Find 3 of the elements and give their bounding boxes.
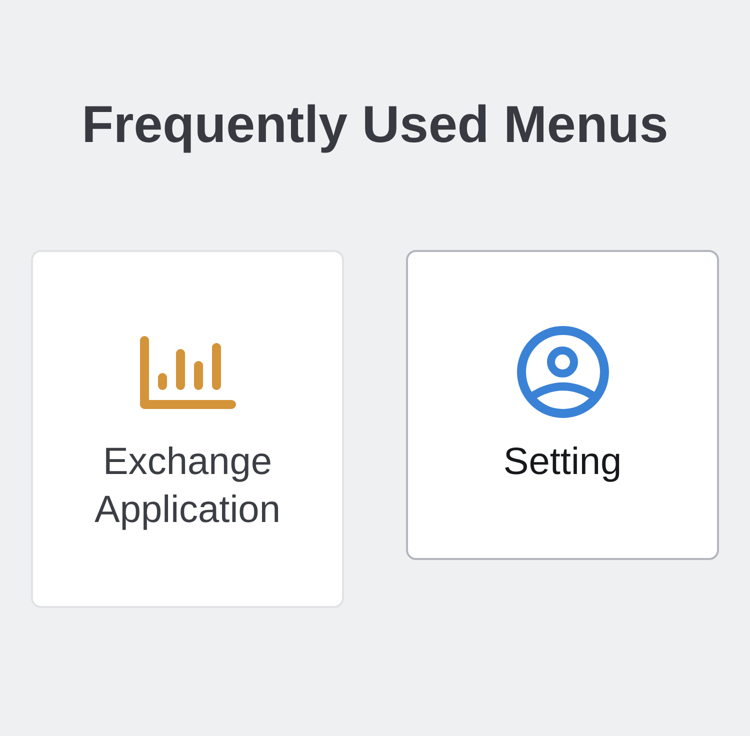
menu-tile[interactable]: Exchange Application (31, 250, 344, 608)
page-title: Frequently Used Menus (82, 95, 668, 156)
menu-tile[interactable]: Setting (406, 250, 719, 560)
